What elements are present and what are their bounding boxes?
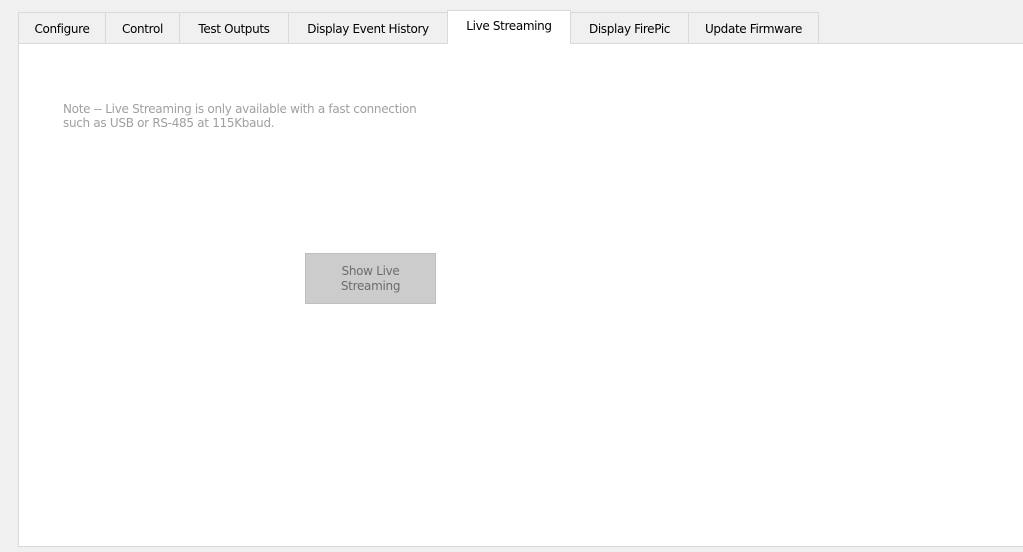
tab-display-event-history[interactable]: Display Event History [288, 12, 448, 44]
tab-display-firepic[interactable]: Display FirePic [570, 12, 689, 44]
app-window: Configure Control Test Outputs Display E… [0, 0, 1023, 552]
tab-live-streaming[interactable]: Live Streaming [447, 10, 571, 44]
show-live-streaming-button-line-1: Show Live [341, 263, 400, 278]
connection-note: Note -- Live Streaming is only available… [63, 102, 483, 130]
tab-strip: Configure Control Test Outputs Display E… [18, 10, 819, 44]
tab-test-outputs[interactable]: Test Outputs [179, 12, 289, 44]
connection-note-line-2: such as USB or RS-485 at 115Kbaud. [63, 116, 275, 130]
show-live-streaming-button[interactable]: Show Live Streaming [305, 253, 436, 304]
tab-update-firmware[interactable]: Update Firmware [688, 12, 819, 44]
live-streaming-panel: Note -- Live Streaming is only available… [18, 43, 1023, 547]
connection-note-line-1: Note -- Live Streaming is only available… [63, 102, 417, 116]
show-live-streaming-button-line-2: Streaming [340, 278, 401, 293]
tab-configure[interactable]: Configure [18, 12, 106, 44]
tab-control[interactable]: Control [105, 12, 180, 44]
